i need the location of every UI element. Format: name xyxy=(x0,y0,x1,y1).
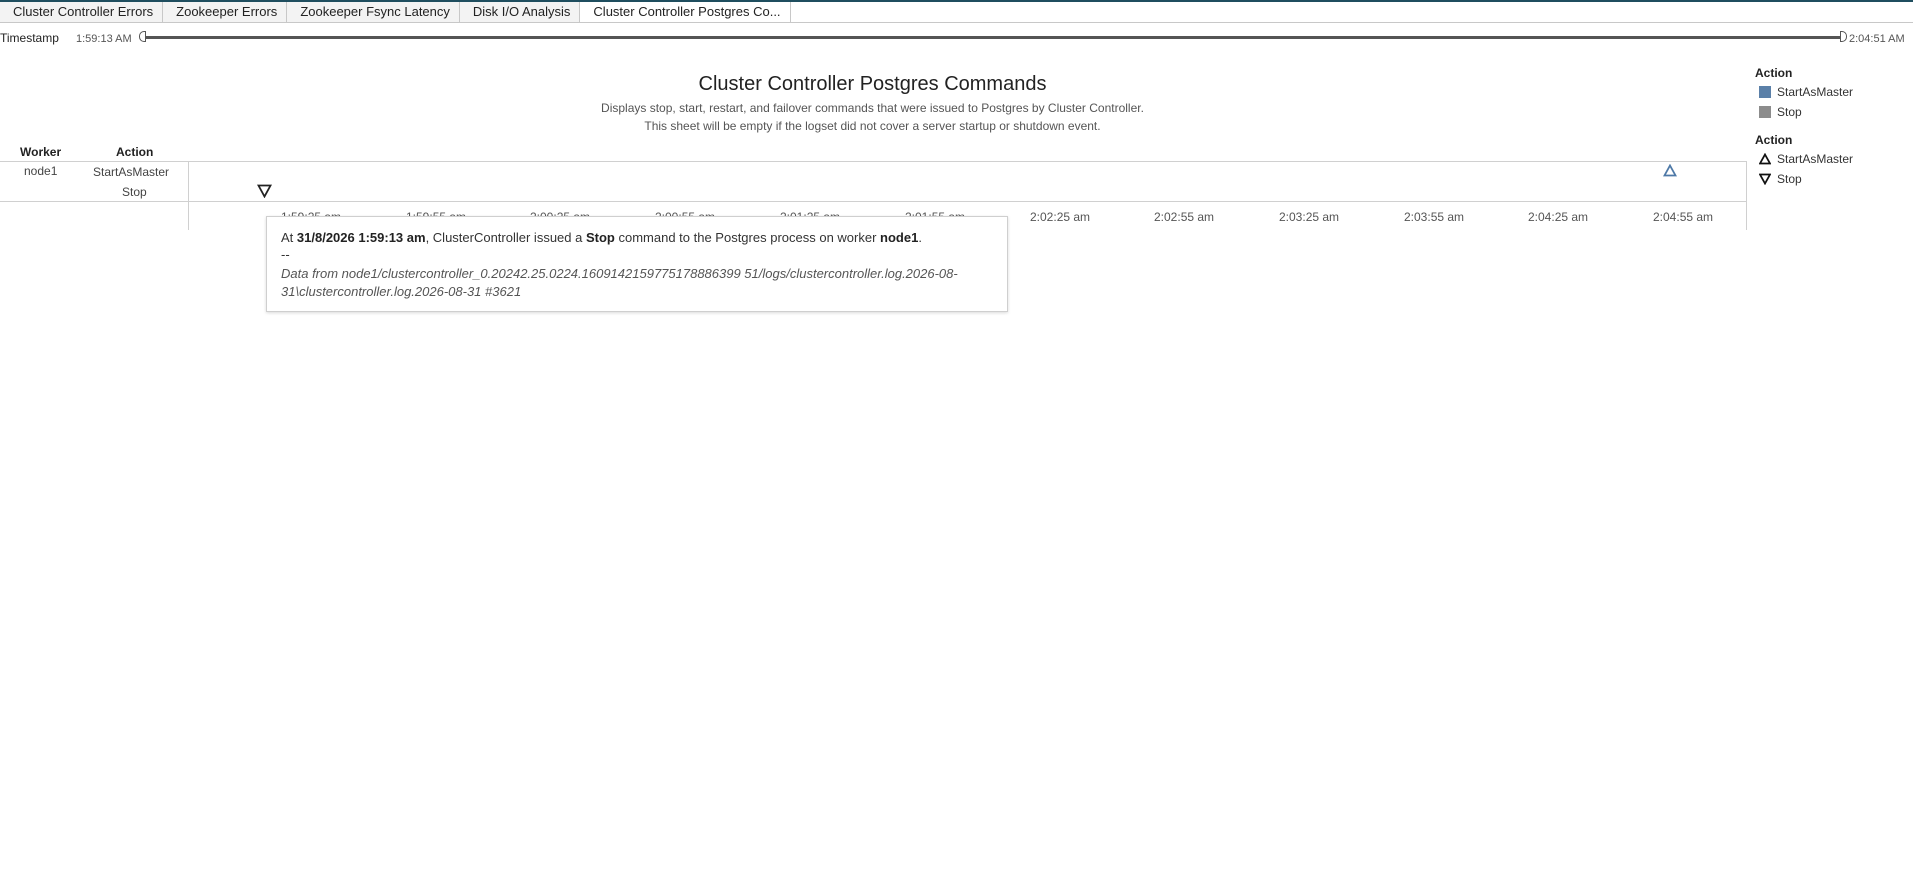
tooltip-worker: node1 xyxy=(880,230,919,245)
triangle-down-icon xyxy=(1758,173,1772,186)
tab-cluster-controller-postgres-commands[interactable]: Cluster Controller Postgres Co... xyxy=(580,2,791,22)
color-swatch xyxy=(1759,86,1771,98)
mark-tooltip: At 31/8/2026 1:59:13 am, ClusterControll… xyxy=(266,216,1008,312)
grid-line-bottom xyxy=(0,201,1746,202)
x-tick-label: 2:03:25 am xyxy=(1279,210,1340,224)
x-tick-label: 2:04:25 am xyxy=(1528,210,1589,224)
worker-label: node1 xyxy=(24,164,58,178)
timestamp-filter-label: Timestamp xyxy=(0,31,59,45)
x-tick-label: 2:04:55 am xyxy=(1653,210,1714,224)
triangle-up-icon xyxy=(1758,152,1772,165)
timestamp-slider-min-handle[interactable] xyxy=(139,31,146,42)
worker-column-header: Worker xyxy=(20,145,62,159)
legend-item-label: Stop xyxy=(1777,105,1802,119)
tooltip-text: command to the Postgres process on worke… xyxy=(614,230,881,245)
legend-item-startasmaster[interactable]: StartAsMaster xyxy=(1759,85,1853,99)
sheet-title: Cluster Controller Postgres Commands xyxy=(698,73,1047,95)
action-label-startasmaster: StartAsMaster xyxy=(93,165,170,179)
tooltip-separator: -- xyxy=(281,247,290,262)
tab-zookeeper-fsync-latency[interactable]: Zookeeper Fsync Latency xyxy=(287,2,460,22)
legend-shape-stop[interactable]: Stop xyxy=(1758,172,1802,186)
tooltip-text: At xyxy=(281,230,297,245)
action-column-header: Action xyxy=(116,145,154,159)
grid-line-row-header xyxy=(188,161,189,230)
timestamp-slider-max-handle[interactable] xyxy=(1840,31,1847,42)
legend-item-label: StartAsMaster xyxy=(1777,152,1854,166)
sheet-subtitle-2: This sheet will be empty if the logset d… xyxy=(644,119,1101,133)
color-swatch xyxy=(1759,106,1771,118)
x-tick-label: 2:03:55 am xyxy=(1404,210,1465,224)
timestamp-min-value: 1:59:13 AM xyxy=(76,33,132,45)
tab-cluster-controller-errors[interactable]: Cluster Controller Errors xyxy=(0,2,164,22)
grid-line-top xyxy=(0,161,1746,162)
tab-zookeeper-errors[interactable]: Zookeeper Errors xyxy=(163,2,288,22)
legend-item-label: StartAsMaster xyxy=(1777,85,1854,99)
legend-item-label: Stop xyxy=(1777,172,1802,186)
tooltip-text: , ClusterController issued a xyxy=(425,230,586,245)
sheet-tabs: Cluster Controller Errors Zookeeper Erro… xyxy=(0,2,1913,23)
legend-shape-title: Action xyxy=(1755,133,1793,147)
legend-item-stop[interactable]: Stop xyxy=(1759,105,1802,119)
legend-shape-startasmaster[interactable]: StartAsMaster xyxy=(1758,152,1854,166)
sheet-subtitle-1: Displays stop, start, restart, and failo… xyxy=(601,101,1144,115)
x-tick-label: 2:02:55 am xyxy=(1154,210,1215,224)
tooltip-summary: At 31/8/2026 1:59:13 am, ClusterControll… xyxy=(281,229,993,246)
timestamp-max-value: 2:04:51 AM xyxy=(1849,33,1905,45)
tooltip-source: Data from node1/clustercontroller_0.2024… xyxy=(281,266,958,299)
tooltip-text: . xyxy=(918,230,922,245)
grid-line-right xyxy=(1746,161,1747,230)
tooltip-command: Stop xyxy=(585,230,615,245)
stop-mark[interactable] xyxy=(257,184,272,198)
legend-color-title: Action xyxy=(1755,66,1793,80)
timestamp-slider-track[interactable] xyxy=(141,36,1844,39)
tab-disk-io-analysis[interactable]: Disk I/O Analysis xyxy=(459,2,581,22)
tooltip-date: 31/8/2026 1:59:13 am xyxy=(296,230,426,245)
action-label-stop: Stop xyxy=(122,185,147,199)
startasmaster-mark[interactable] xyxy=(1663,164,1677,177)
x-tick-label: 2:02:25 am xyxy=(1030,210,1091,224)
